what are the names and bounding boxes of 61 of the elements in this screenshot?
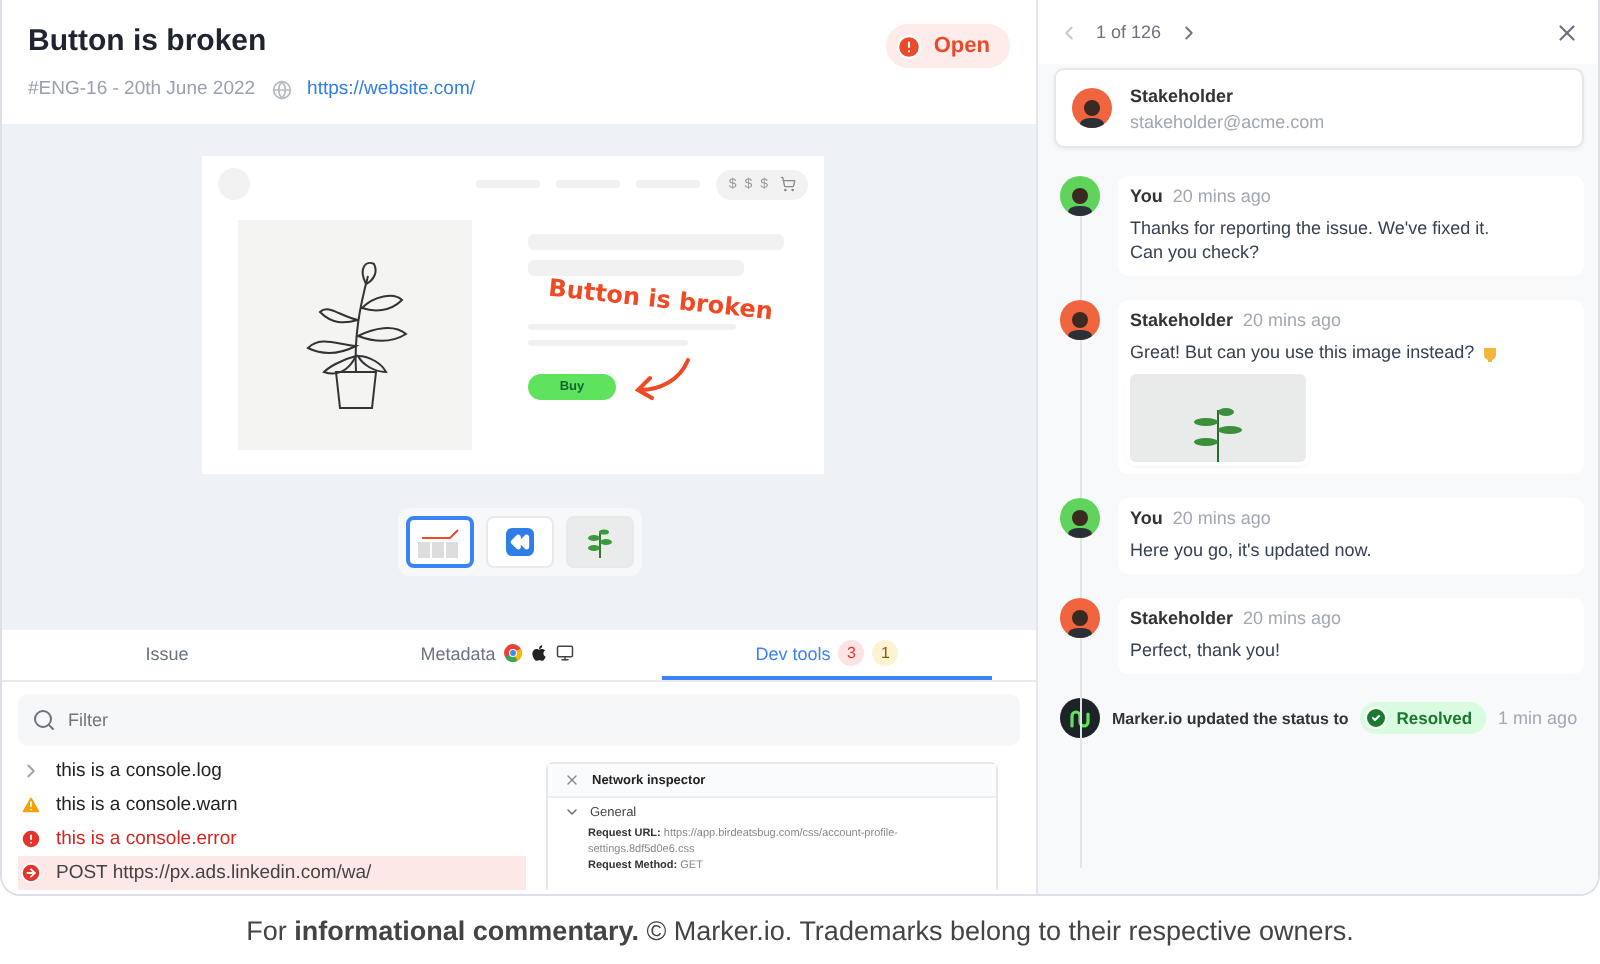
comment-time: 20 mins ago [1243,310,1342,330]
issue-title: Button is broken [28,24,269,58]
tab[interactable]: Dev tools 3 1 [662,630,992,680]
console-message: POST https://px.ads.linkedin.com/wa/ [56,862,372,884]
caption-text: For informational commentary. © Marker.io. Trademarks belong to their respective owners. [244,913,1356,950]
check-icon [1364,706,1389,730]
comment-time: 20 mins ago [1172,508,1271,528]
comment-author: Stakeholder [1130,310,1234,330]
cart-icon [780,176,796,192]
network-log-row[interactable]: POST https://px.ads.linkedin.com/wa/ [18,856,526,890]
chevron-down-icon [564,804,580,820]
filter-field[interactable]: Filter [18,694,1020,746]
comment-author: You [1130,186,1163,206]
status-badge: Resolved [1360,702,1487,734]
logo-icon [1060,698,1100,738]
user-avatar [1060,598,1100,638]
request-icon [20,862,42,884]
monitor-icon [555,644,574,662]
comment-author: You [1130,508,1163,528]
browser-logo-icon [503,644,522,662]
website-link[interactable]: https://website.com/ [307,78,475,100]
console-message: this is a console.error [56,828,237,850]
close-icon[interactable] [564,772,580,788]
reporter-name: Stakeholder [1130,85,1236,105]
comment-text: Here you go, it's updated now. [1130,538,1372,562]
comment-author: Stakeholder [1130,608,1234,628]
close-icon[interactable] [1554,19,1580,45]
globe-icon [271,79,292,99]
console-message: this is a console.log [56,760,222,782]
activity-time: 1 min ago [1498,708,1578,728]
error-icon [20,828,42,850]
user-avatar [1060,300,1100,340]
comment-time: 20 mins ago [1172,186,1271,206]
count-badge: 1 [872,640,899,666]
reporter-email: stakeholder@acme.com [1130,111,1325,131]
comment-text: Thanks for reporting the issue. We've fixed it. Can you check? [1130,216,1490,264]
warning-icon [20,794,42,816]
rewind-icon [505,528,533,556]
annotation-text: Button is broken [547,273,777,327]
plant-photo-icon [585,526,613,558]
annotation-arrow [632,356,692,400]
photo-placeholder[interactable] [1130,374,1306,462]
tab[interactable]: Metadata [332,630,662,680]
count-badge: 3 [838,640,865,666]
status-badge: Open [885,24,1010,68]
comment-text: Great! But can you use this image instead? [1130,340,1475,364]
activity-text: Marker.io updated the status to [1112,709,1349,727]
alert-icon [895,33,922,59]
apple-icon [529,644,548,662]
pager-count: 1 of 126 [1096,22,1162,42]
thumbnail[interactable] [405,516,473,568]
console-message: this is a console.warn [56,794,238,816]
comment-text: Perfect, thank you! [1130,638,1281,662]
comment-time: 20 mins ago [1243,608,1342,628]
issue-reference: #ENG-16 - 20th June 2022 [28,78,256,100]
user-avatar [1060,498,1100,538]
user-avatar [1072,88,1112,128]
screenshot-thumbnail-drawing [413,524,465,560]
search-icon [32,708,56,732]
tab[interactable]: Issue [2,630,332,680]
user-avatar [1060,176,1100,216]
